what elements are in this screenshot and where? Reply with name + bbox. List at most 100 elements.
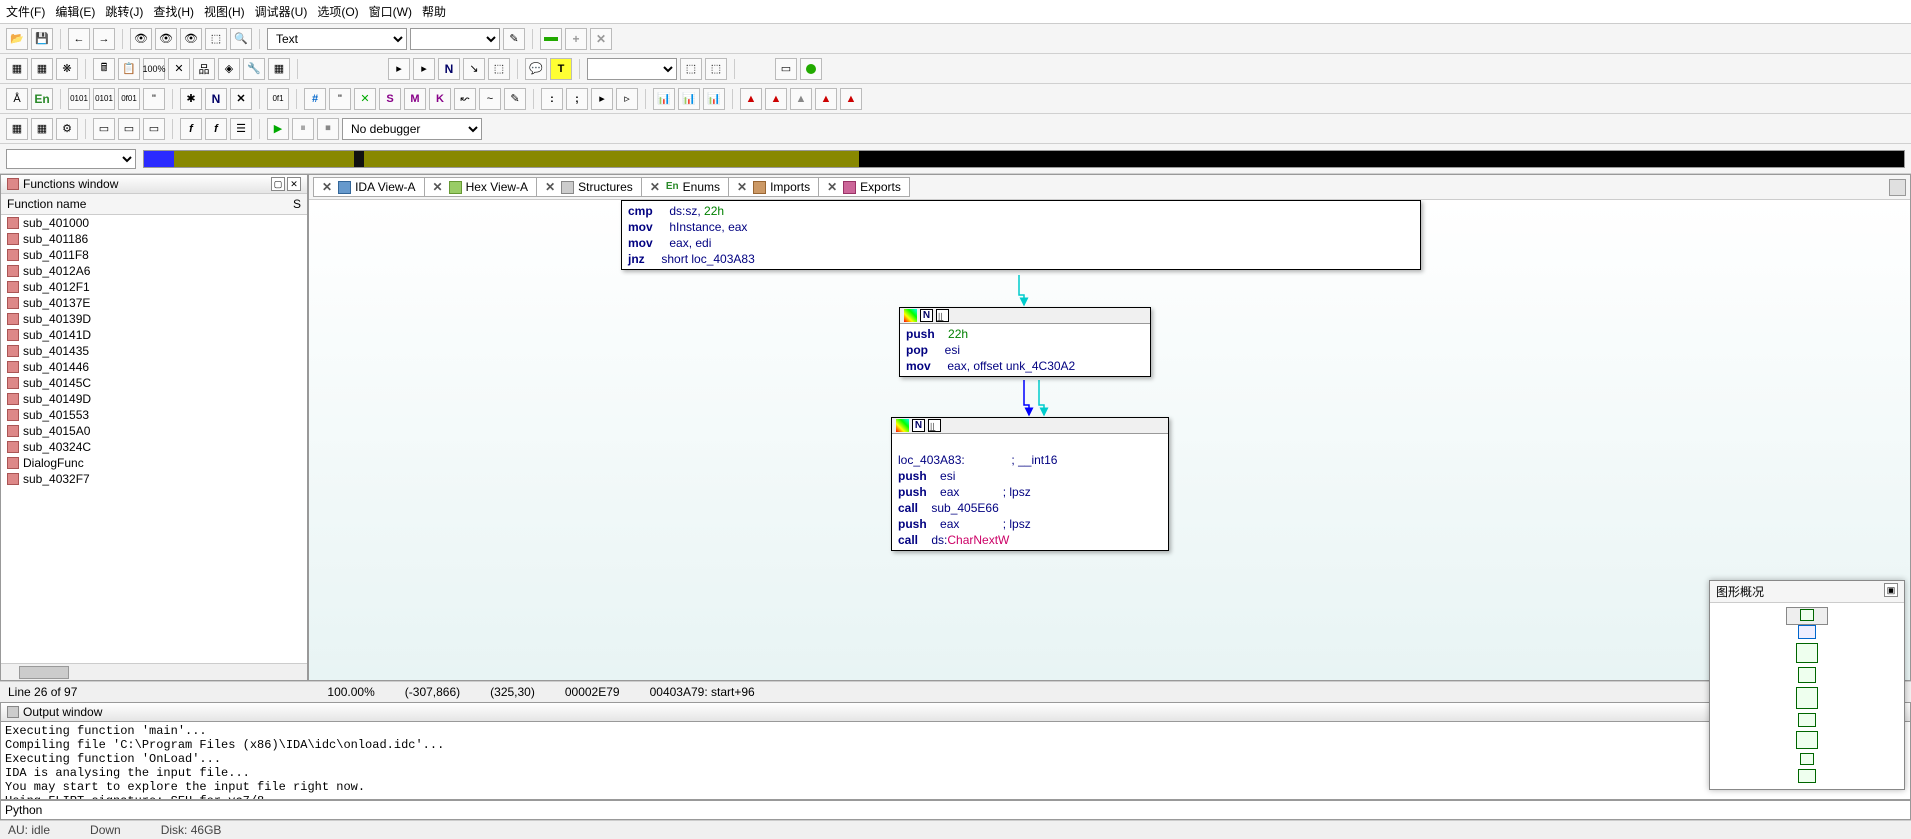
rec-icon[interactable]: ▭: [775, 58, 797, 80]
semi-icon[interactable]: ;: [566, 88, 588, 110]
tri4-icon[interactable]: ▲: [815, 88, 837, 110]
graph-overview-panel[interactable]: 图形概况 ▣: [1709, 580, 1905, 790]
overview-close-icon[interactable]: ▣: [1884, 583, 1898, 597]
function-item[interactable]: sub_4012A6: [1, 263, 307, 279]
search2-icon[interactable]: 👁: [155, 28, 177, 50]
hash-icon[interactable]: #: [304, 88, 326, 110]
function-item[interactable]: sub_401553: [1, 407, 307, 423]
menu-view[interactable]: 视图(H): [204, 3, 245, 20]
functions-hscroll[interactable]: [1, 663, 307, 680]
xref-icon[interactable]: ✕: [168, 58, 190, 80]
text-combo[interactable]: Text: [267, 28, 407, 50]
tab-close-icon[interactable]: ✕: [827, 180, 837, 194]
menu-help[interactable]: 帮助: [422, 3, 446, 20]
menu-debugger[interactable]: 调试器(U): [255, 3, 308, 20]
quote2-icon[interactable]: ": [329, 88, 351, 110]
n2-blue-icon[interactable]: N: [205, 88, 227, 110]
pause-icon[interactable]: ⏸: [292, 118, 314, 140]
graph-node-3[interactable]: N ⫫ loc_403A83: ; __int16 push esi push …: [891, 417, 1169, 551]
tri2-icon[interactable]: ▲: [765, 88, 787, 110]
chart3-icon[interactable]: 📊: [703, 88, 725, 110]
search4-icon[interactable]: ⬚: [205, 28, 227, 50]
function-item[interactable]: sub_4015A0: [1, 423, 307, 439]
colon-icon[interactable]: :: [541, 88, 563, 110]
seg1-icon[interactable]: ▸: [388, 58, 410, 80]
function-item[interactable]: sub_40145C: [1, 375, 307, 391]
graph1-icon[interactable]: ◈: [218, 58, 240, 80]
bits3-icon[interactable]: 0f01: [118, 88, 140, 110]
seg3-icon[interactable]: ↘: [463, 58, 485, 80]
win1-icon[interactable]: ▭: [93, 118, 115, 140]
open-file-icon[interactable]: 📂: [6, 28, 28, 50]
function-item[interactable]: sub_4011F8: [1, 247, 307, 263]
function-item[interactable]: sub_40324C: [1, 439, 307, 455]
menu-edit[interactable]: 编辑(E): [55, 3, 95, 20]
graph-node-1[interactable]: cmp ds:sz, 22h mov hInstance, eax mov ea…: [621, 200, 1421, 270]
functions-header[interactable]: Function name S: [1, 194, 307, 215]
empty-combo-2[interactable]: [587, 58, 677, 80]
s-purple-icon[interactable]: S: [379, 88, 401, 110]
nav-back-icon[interactable]: ←: [68, 28, 90, 50]
tab-enums[interactable]: ✕EnEnums: [641, 177, 729, 197]
k-purple-icon[interactable]: K: [429, 88, 451, 110]
menu-file[interactable]: 文件(F): [6, 3, 45, 20]
tri5-icon[interactable]: ▲: [840, 88, 862, 110]
m-purple-icon[interactable]: M: [404, 88, 426, 110]
play-icon[interactable]: ▶: [267, 118, 289, 140]
tab-close-icon[interactable]: ✕: [545, 180, 555, 194]
tab-close-icon[interactable]: ✕: [650, 180, 660, 194]
seg5-icon[interactable]: ▸: [591, 88, 613, 110]
nav-forward-icon[interactable]: →: [93, 28, 115, 50]
pencil-icon[interactable]: ✎: [504, 88, 526, 110]
function-item[interactable]: sub_4032F7: [1, 471, 307, 487]
tree-icon[interactable]: 品: [193, 58, 215, 80]
quote-icon[interactable]: ": [143, 88, 165, 110]
gear-icon[interactable]: ⚙: [56, 118, 78, 140]
calc-icon[interactable]: 🖩: [93, 58, 115, 80]
tri3-icon[interactable]: ▲: [790, 88, 812, 110]
functions-col-s[interactable]: S: [293, 197, 301, 211]
bits1-icon[interactable]: 0101: [68, 88, 90, 110]
seg6-icon[interactable]: ▹: [616, 88, 638, 110]
search3-icon[interactable]: 👁: [180, 28, 202, 50]
win2-icon[interactable]: ▭: [118, 118, 140, 140]
nav-address-combo[interactable]: [6, 149, 136, 169]
f2-italic-icon[interactable]: f: [205, 118, 227, 140]
tab-close-icon[interactable]: ✕: [433, 180, 443, 194]
function-item[interactable]: DialogFunc: [1, 455, 307, 471]
tab-hex-view-a[interactable]: ✕Hex View-A: [424, 177, 538, 197]
function-item[interactable]: sub_40149D: [1, 391, 307, 407]
menu-options[interactable]: 选项(O): [317, 3, 358, 20]
arrow3-icon[interactable]: ↜: [454, 88, 476, 110]
grid2-icon[interactable]: ▦: [31, 118, 53, 140]
navigation-band[interactable]: [143, 150, 1905, 168]
highlight-icon[interactable]: ✎: [503, 28, 525, 50]
overview-body[interactable]: [1710, 603, 1904, 791]
function-item[interactable]: sub_40137E: [1, 295, 307, 311]
f-italic-icon[interactable]: f: [180, 118, 202, 140]
binoculars-icon[interactable]: 👁: [130, 28, 152, 50]
tab-close-icon[interactable]: ✕: [737, 180, 747, 194]
f-list-icon[interactable]: ☰: [230, 118, 252, 140]
tab-exports[interactable]: ✕Exports: [818, 177, 910, 197]
t-yellow-icon[interactable]: T: [550, 58, 572, 80]
db2-icon[interactable]: ⬚: [705, 58, 727, 80]
db1-icon[interactable]: ⬚: [680, 58, 702, 80]
tool2-a-icon[interactable]: ▦: [6, 58, 28, 80]
function-item[interactable]: sub_40139D: [1, 311, 307, 327]
function-item[interactable]: sub_40141D: [1, 327, 307, 343]
panel-restore-icon[interactable]: ▢: [271, 177, 285, 191]
graph-node-2[interactable]: N ⫫ push 22h pop esi mov eax, offset unk…: [899, 307, 1151, 377]
menu-window[interactable]: 窗口(W): [369, 3, 412, 20]
tool2-b-icon[interactable]: ▦: [31, 58, 53, 80]
tab-ida-view-a[interactable]: ✕IDA View-A: [313, 177, 425, 197]
bits4-icon[interactable]: 0f1: [267, 88, 289, 110]
percent-icon[interactable]: 100%: [143, 58, 165, 80]
struct-a-icon[interactable]: Å: [6, 88, 28, 110]
grid1-icon[interactable]: ▦: [6, 118, 28, 140]
empty-combo-1[interactable]: [410, 28, 500, 50]
graph-canvas[interactable]: cmp ds:sz, 22h mov hInstance, eax mov ea…: [309, 200, 1910, 680]
function-item[interactable]: sub_401435: [1, 343, 307, 359]
script-icon[interactable]: 📋: [118, 58, 140, 80]
chart2-icon[interactable]: 📊: [678, 88, 700, 110]
